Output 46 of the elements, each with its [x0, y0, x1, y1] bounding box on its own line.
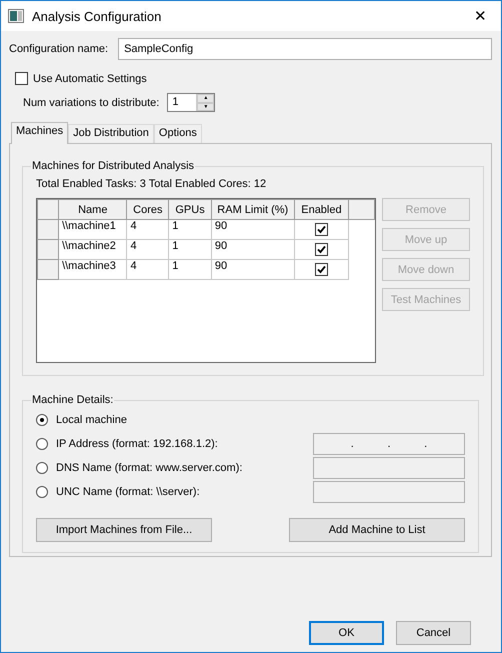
close-button[interactable]: ✕	[468, 7, 493, 25]
ok-button[interactable]: OK	[309, 621, 384, 645]
table-cell: \\machine2	[58, 240, 127, 260]
checkbox[interactable]	[314, 222, 328, 236]
field-label: Configuration name:	[9, 43, 108, 55]
checkbox-label: Use Automatic Settings	[33, 72, 147, 84]
cancel-button[interactable]: Cancel	[396, 621, 471, 645]
column-header[interactable]: Cores	[126, 200, 169, 220]
radio-button[interactable]	[36, 486, 48, 498]
column-header[interactable]: Enabled	[294, 200, 349, 220]
table-cell: 1	[168, 260, 212, 280]
name-field[interactable]: SampleConfig	[118, 38, 492, 60]
column-header[interactable]: RAM Limit (%)	[211, 200, 294, 220]
table-cell: 1	[168, 240, 212, 260]
spinner-label: Num variations to distribute:	[23, 96, 160, 108]
table-cell: 4	[126, 260, 169, 280]
add-button[interactable]: Add Machine to List	[289, 518, 465, 542]
group-title: Machine Details:	[31, 394, 114, 406]
table-cell: 90	[211, 220, 294, 240]
group-title: Machines for Distributed Analysis	[31, 160, 196, 172]
radio-label: Local machine	[56, 414, 127, 426]
totals-text: Total Enabled Tasks: 3 Total Enabled Cores: 12	[36, 178, 268, 190]
radio-button[interactable]	[36, 414, 48, 426]
radio-button[interactable]	[36, 438, 48, 450]
radio-button[interactable]	[36, 462, 48, 474]
table-cell: 90	[211, 240, 294, 260]
window-title: Analysis Configuration	[32, 8, 162, 24]
checkbox[interactable]	[314, 242, 328, 256]
column-header[interactable]: GPUs	[168, 200, 212, 220]
table-cell: \\machine1	[58, 220, 127, 240]
table-cell: 1	[168, 220, 212, 240]
column-header[interactable]: Name	[58, 200, 127, 220]
app-icon	[8, 9, 24, 23]
tab[interactable]: Machines	[11, 122, 68, 144]
radio-label: UNC Name (format: \\server):	[56, 486, 200, 498]
radio-label: DNS Name (format: www.server.com):	[56, 462, 242, 474]
table-cell: 90	[211, 260, 294, 280]
table-cell: 4	[126, 220, 169, 240]
radio-label: IP Address (format: 192.168.1.2):	[56, 438, 218, 450]
tab[interactable]: Options	[154, 124, 202, 143]
tab[interactable]: Job Distribution	[68, 124, 154, 143]
checkbox[interactable]	[314, 262, 328, 276]
table-cell: \\machine3	[58, 260, 127, 280]
import-button[interactable]: Import Machines from File...	[36, 518, 212, 542]
checkbox[interactable]	[15, 72, 28, 85]
table-cell: 4	[126, 240, 169, 260]
